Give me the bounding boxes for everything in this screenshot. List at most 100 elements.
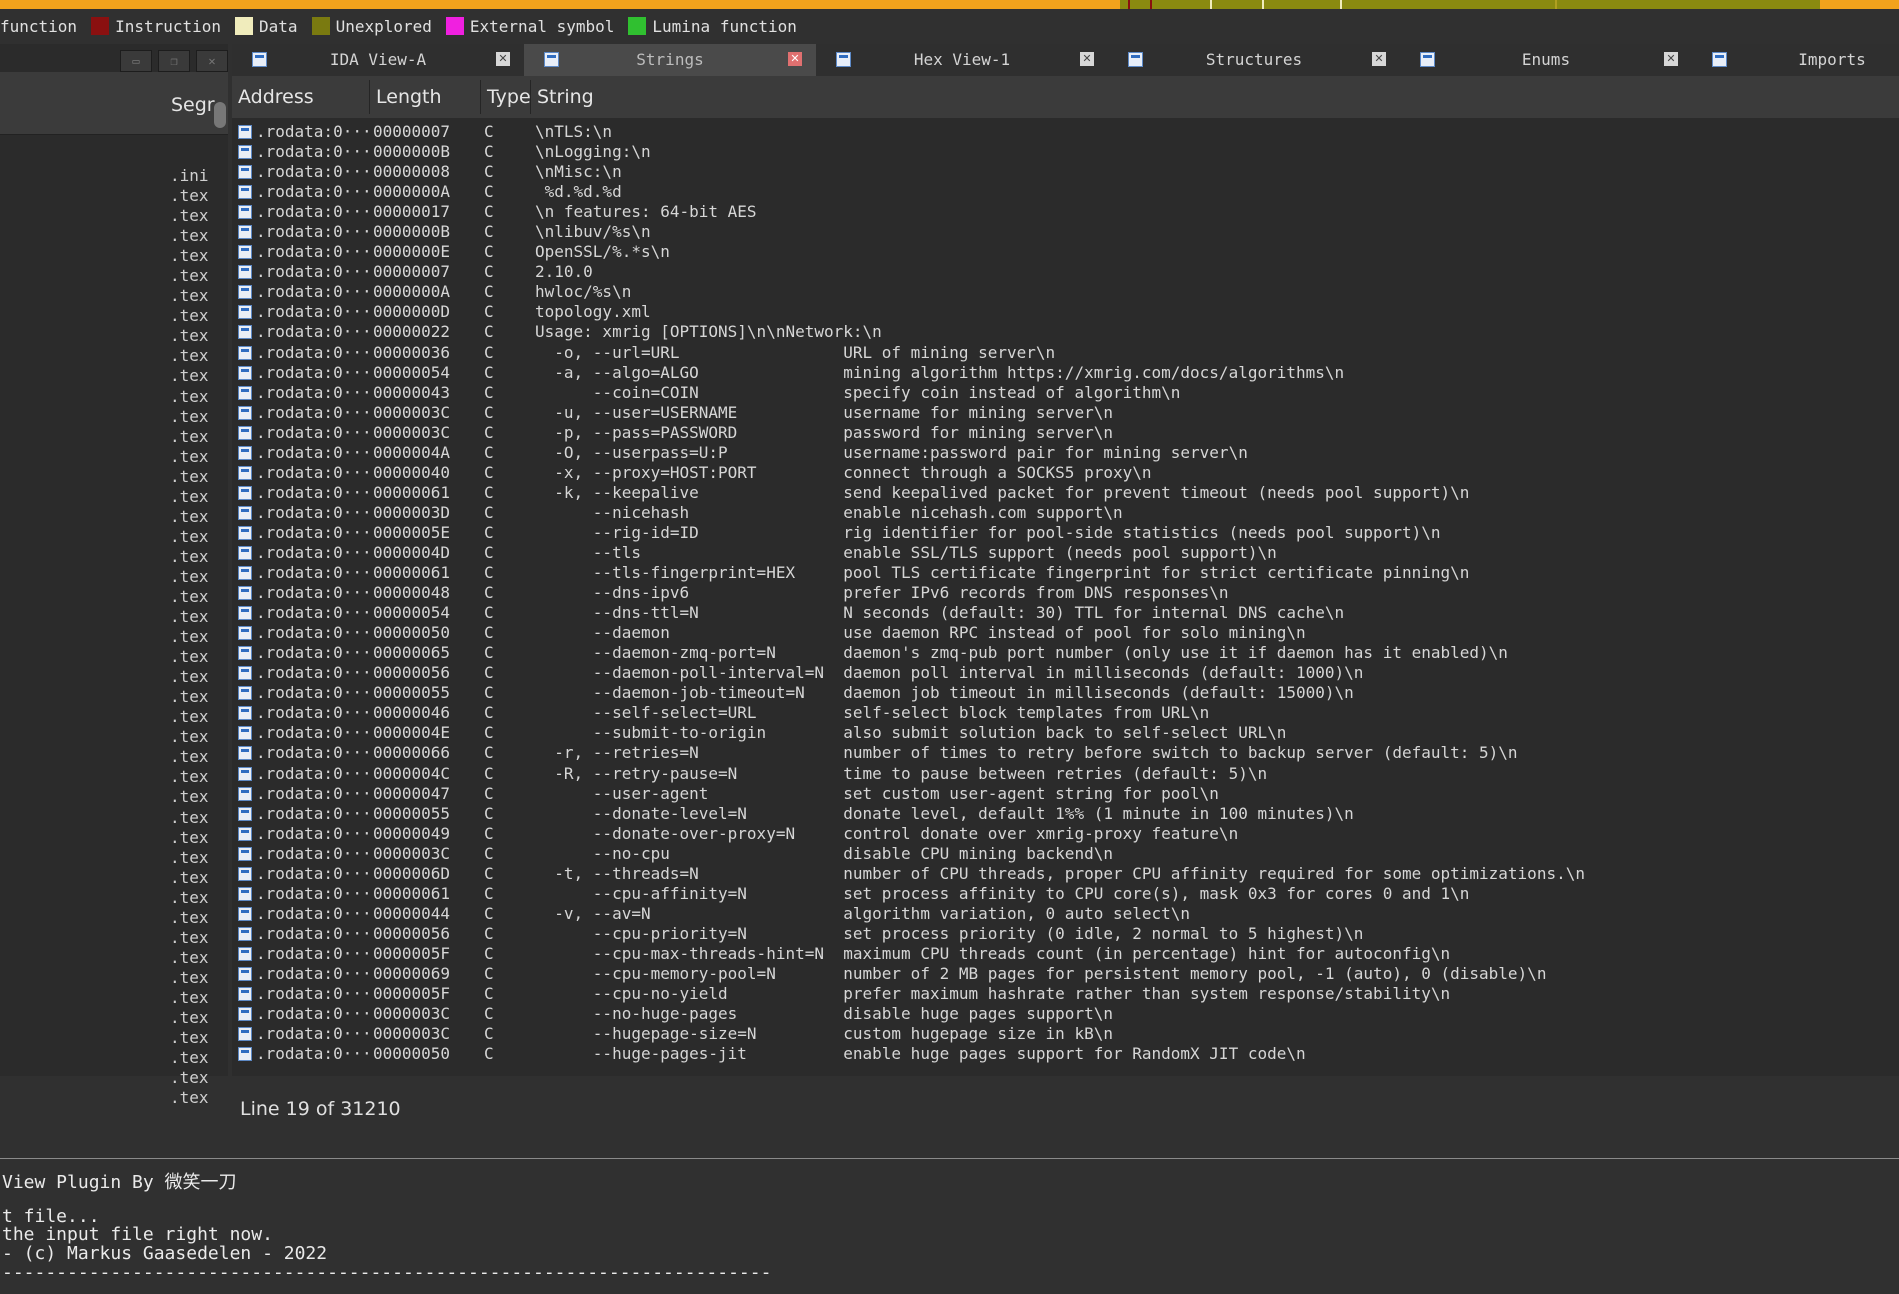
string-row[interactable]: .rodata:0··· 00000008 C \nMisc:\n [232, 162, 1899, 182]
output-window[interactable]: View Plugin By 微笑一刀 t file... the input fi… [0, 1160, 1899, 1294]
tab-imports[interactable]: Imports [1692, 44, 1899, 76]
string-row[interactable]: .rodata:0··· 0000004D C --tls enable SSL/T… [232, 543, 1899, 563]
string-row[interactable]: .rodata:0··· 00000049 C --donate-over-prox… [232, 824, 1899, 844]
string-row[interactable]: .rodata:0··· 0000000A C %d.%d.%d [232, 182, 1899, 202]
segment-row[interactable]: .tex [0, 427, 228, 447]
segment-row[interactable]: .tex [0, 667, 228, 687]
segment-row[interactable]: .tex [0, 366, 228, 386]
tab-ida-view-a[interactable]: IDA View-A ✕ [232, 44, 524, 76]
close-icon[interactable]: ✕ [196, 50, 228, 72]
close-tab-icon[interactable]: ✕ [1080, 52, 1094, 66]
segment-row[interactable]: .tex [0, 687, 228, 707]
segment-row[interactable]: .tex [0, 266, 228, 286]
segment-row[interactable]: .tex [0, 246, 228, 266]
string-row[interactable]: .rodata:0··· 0000003C C -u, --user=USERNAM… [232, 403, 1899, 423]
string-row[interactable]: .rodata:0··· 00000056 C --cpu-priority=N s… [232, 924, 1899, 944]
string-row[interactable]: .rodata:0··· 0000003C C --no-huge-pages di… [232, 1004, 1899, 1024]
segment-row[interactable]: .tex [0, 587, 228, 607]
segment-row[interactable]: .tex [0, 1048, 228, 1068]
string-row[interactable]: .rodata:0··· 00000054 C -a, --algo=ALGO mi… [232, 363, 1899, 383]
segment-row[interactable]: .tex [0, 707, 228, 727]
float-icon[interactable]: ❐ [158, 50, 190, 72]
segment-row[interactable]: .tex [0, 1008, 228, 1028]
column-length[interactable]: Length [370, 80, 481, 114]
segment-row[interactable]: .tex [0, 988, 228, 1008]
string-row[interactable]: .rodata:0··· 0000005F C --cpu-max-threads-… [232, 944, 1899, 964]
string-row[interactable]: .rodata:0··· 00000054 C --dns-ttl=N N seco… [232, 603, 1899, 623]
string-row[interactable]: .rodata:0··· 0000004A C -O, --userpass=U:P… [232, 443, 1899, 463]
string-row[interactable]: .rodata:0··· 00000050 C --huge-pages-jit e… [232, 1044, 1899, 1064]
segment-row[interactable]: .ini [0, 166, 228, 186]
segment-row[interactable]: .tex [0, 1088, 228, 1108]
navigation-band[interactable] [0, 0, 1899, 9]
string-row[interactable]: .rodata:0··· 0000006D C -t, --threads=N nu… [232, 864, 1899, 884]
column-string[interactable]: String [531, 80, 1899, 114]
string-row[interactable]: .rodata:0··· 00000050 C --daemon use daemo… [232, 623, 1899, 643]
segment-row[interactable]: .tex [0, 727, 228, 747]
segment-row[interactable]: .tex [0, 346, 228, 366]
string-row[interactable]: .rodata:0··· 00000055 C --daemon-job-timeo… [232, 683, 1899, 703]
segment-row[interactable]: .tex [0, 928, 228, 948]
string-row[interactable]: .rodata:0··· 00000066 C -r, --retries=N nu… [232, 743, 1899, 763]
segment-row[interactable]: .tex [0, 387, 228, 407]
string-row[interactable]: .rodata:0··· 00000040 C -x, --proxy=HOST:P… [232, 463, 1899, 483]
segment-row[interactable]: .tex [0, 1068, 228, 1088]
string-row[interactable]: .rodata:0··· 00000061 C --cpu-affinity=N s… [232, 884, 1899, 904]
tab-hex-view-1[interactable]: Hex View-1 ✕ [816, 44, 1108, 76]
string-row[interactable]: .rodata:0··· 00000061 C --tls-fingerprint=… [232, 563, 1899, 583]
segment-row[interactable]: .tex [0, 226, 228, 246]
string-row[interactable]: .rodata:0··· 0000000B C \nLogging:\n [232, 142, 1899, 162]
string-row[interactable]: .rodata:0··· 0000000D Ctopology.xml [232, 302, 1899, 322]
string-row[interactable]: .rodata:0··· 0000004C C -R, --retry-pause=… [232, 764, 1899, 784]
segment-row[interactable]: .tex [0, 808, 228, 828]
tab-structures[interactable]: Structures ✕ [1108, 44, 1400, 76]
restore-icon[interactable]: ▭ [120, 50, 152, 72]
column-type[interactable]: Type [481, 80, 531, 114]
segment-row[interactable]: .tex [0, 527, 228, 547]
segment-row[interactable]: .tex [0, 1028, 228, 1048]
column-address[interactable]: Address [232, 80, 370, 114]
string-row[interactable]: .rodata:0··· 0000003C C -p, --pass=PASSWOR… [232, 423, 1899, 443]
string-row[interactable]: .rodata:0··· 0000000B C \nlibuv/%s\n [232, 222, 1899, 242]
segment-row[interactable]: .tex [0, 747, 228, 767]
string-row[interactable]: .rodata:0···00000069 C --asm=ASM ASM opti… [232, 1064, 1899, 1066]
string-row[interactable]: .rodata:0··· 00000061 C -k, --keepalive se… [232, 483, 1899, 503]
segment-row[interactable]: .tex [0, 828, 228, 848]
close-tab-icon[interactable]: ✕ [788, 52, 802, 66]
string-row[interactable]: .rodata:0··· 00000044 C -v, --av=N algorit… [232, 904, 1899, 924]
close-tab-icon[interactable]: ✕ [496, 52, 510, 66]
segment-row[interactable]: .tex [0, 888, 228, 908]
segment-row[interactable]: .tex [0, 326, 228, 346]
segment-row[interactable]: .tex [0, 206, 228, 226]
segment-row[interactable]: .tex [0, 607, 228, 627]
segments-column-header[interactable]: Segr [0, 72, 228, 135]
segment-row[interactable]: .tex [0, 507, 228, 527]
string-row[interactable]: .rodata:0··· 00000043 C --coin=COIN specif… [232, 383, 1899, 403]
segment-row[interactable]: .tex [0, 908, 228, 928]
segment-row[interactable]: .tex [0, 447, 228, 467]
close-tab-icon[interactable]: ✕ [1664, 52, 1678, 66]
segment-row[interactable]: .tex [0, 567, 228, 587]
segments-scrollbar-thumb[interactable] [214, 102, 226, 128]
string-row[interactable]: .rodata:0··· 00000017 C \n features: 64-bit… [232, 202, 1899, 222]
segment-row[interactable]: .tex [0, 627, 228, 647]
string-row[interactable]: .rodata:0··· 00000022 C Usage: xmrig [OPTIO… [232, 322, 1899, 342]
string-row[interactable]: .rodata:0··· 0000000E C OpenSSL/%.*s\n [232, 242, 1899, 262]
string-row[interactable]: .rodata:0··· 00000047 C --user-agent set c… [232, 784, 1899, 804]
segment-row[interactable]: .tex [0, 767, 228, 787]
segment-row[interactable]: .tex [0, 487, 228, 507]
string-row[interactable]: .rodata:0··· 0000005E C --rig-id=ID rig id… [232, 523, 1899, 543]
string-row[interactable]: .rodata:0··· 00000007 C 2.10.0 [232, 262, 1899, 282]
segment-row[interactable]: .tex [0, 787, 228, 807]
string-row[interactable]: .rodata:0··· 00000055 C --donate-level=N d… [232, 804, 1899, 824]
segment-row[interactable]: .tex [0, 547, 228, 567]
close-tab-icon[interactable]: ✕ [1372, 52, 1386, 66]
segment-row[interactable]: .tex [0, 968, 228, 988]
segment-row[interactable]: .tex [0, 186, 228, 206]
string-row[interactable]: .rodata:0··· 0000004E C --submit-to-origin… [232, 723, 1899, 743]
tab-strings[interactable]: Strings ✕ [524, 44, 816, 76]
string-row[interactable]: .rodata:0··· 00000007 C \nTLS:\n [232, 122, 1899, 142]
segment-row[interactable]: .tex [0, 286, 228, 306]
string-row[interactable]: .rodata:0··· 00000036 C -o, --url=URL URL … [232, 343, 1899, 363]
segment-row[interactable]: .tex [0, 848, 228, 868]
